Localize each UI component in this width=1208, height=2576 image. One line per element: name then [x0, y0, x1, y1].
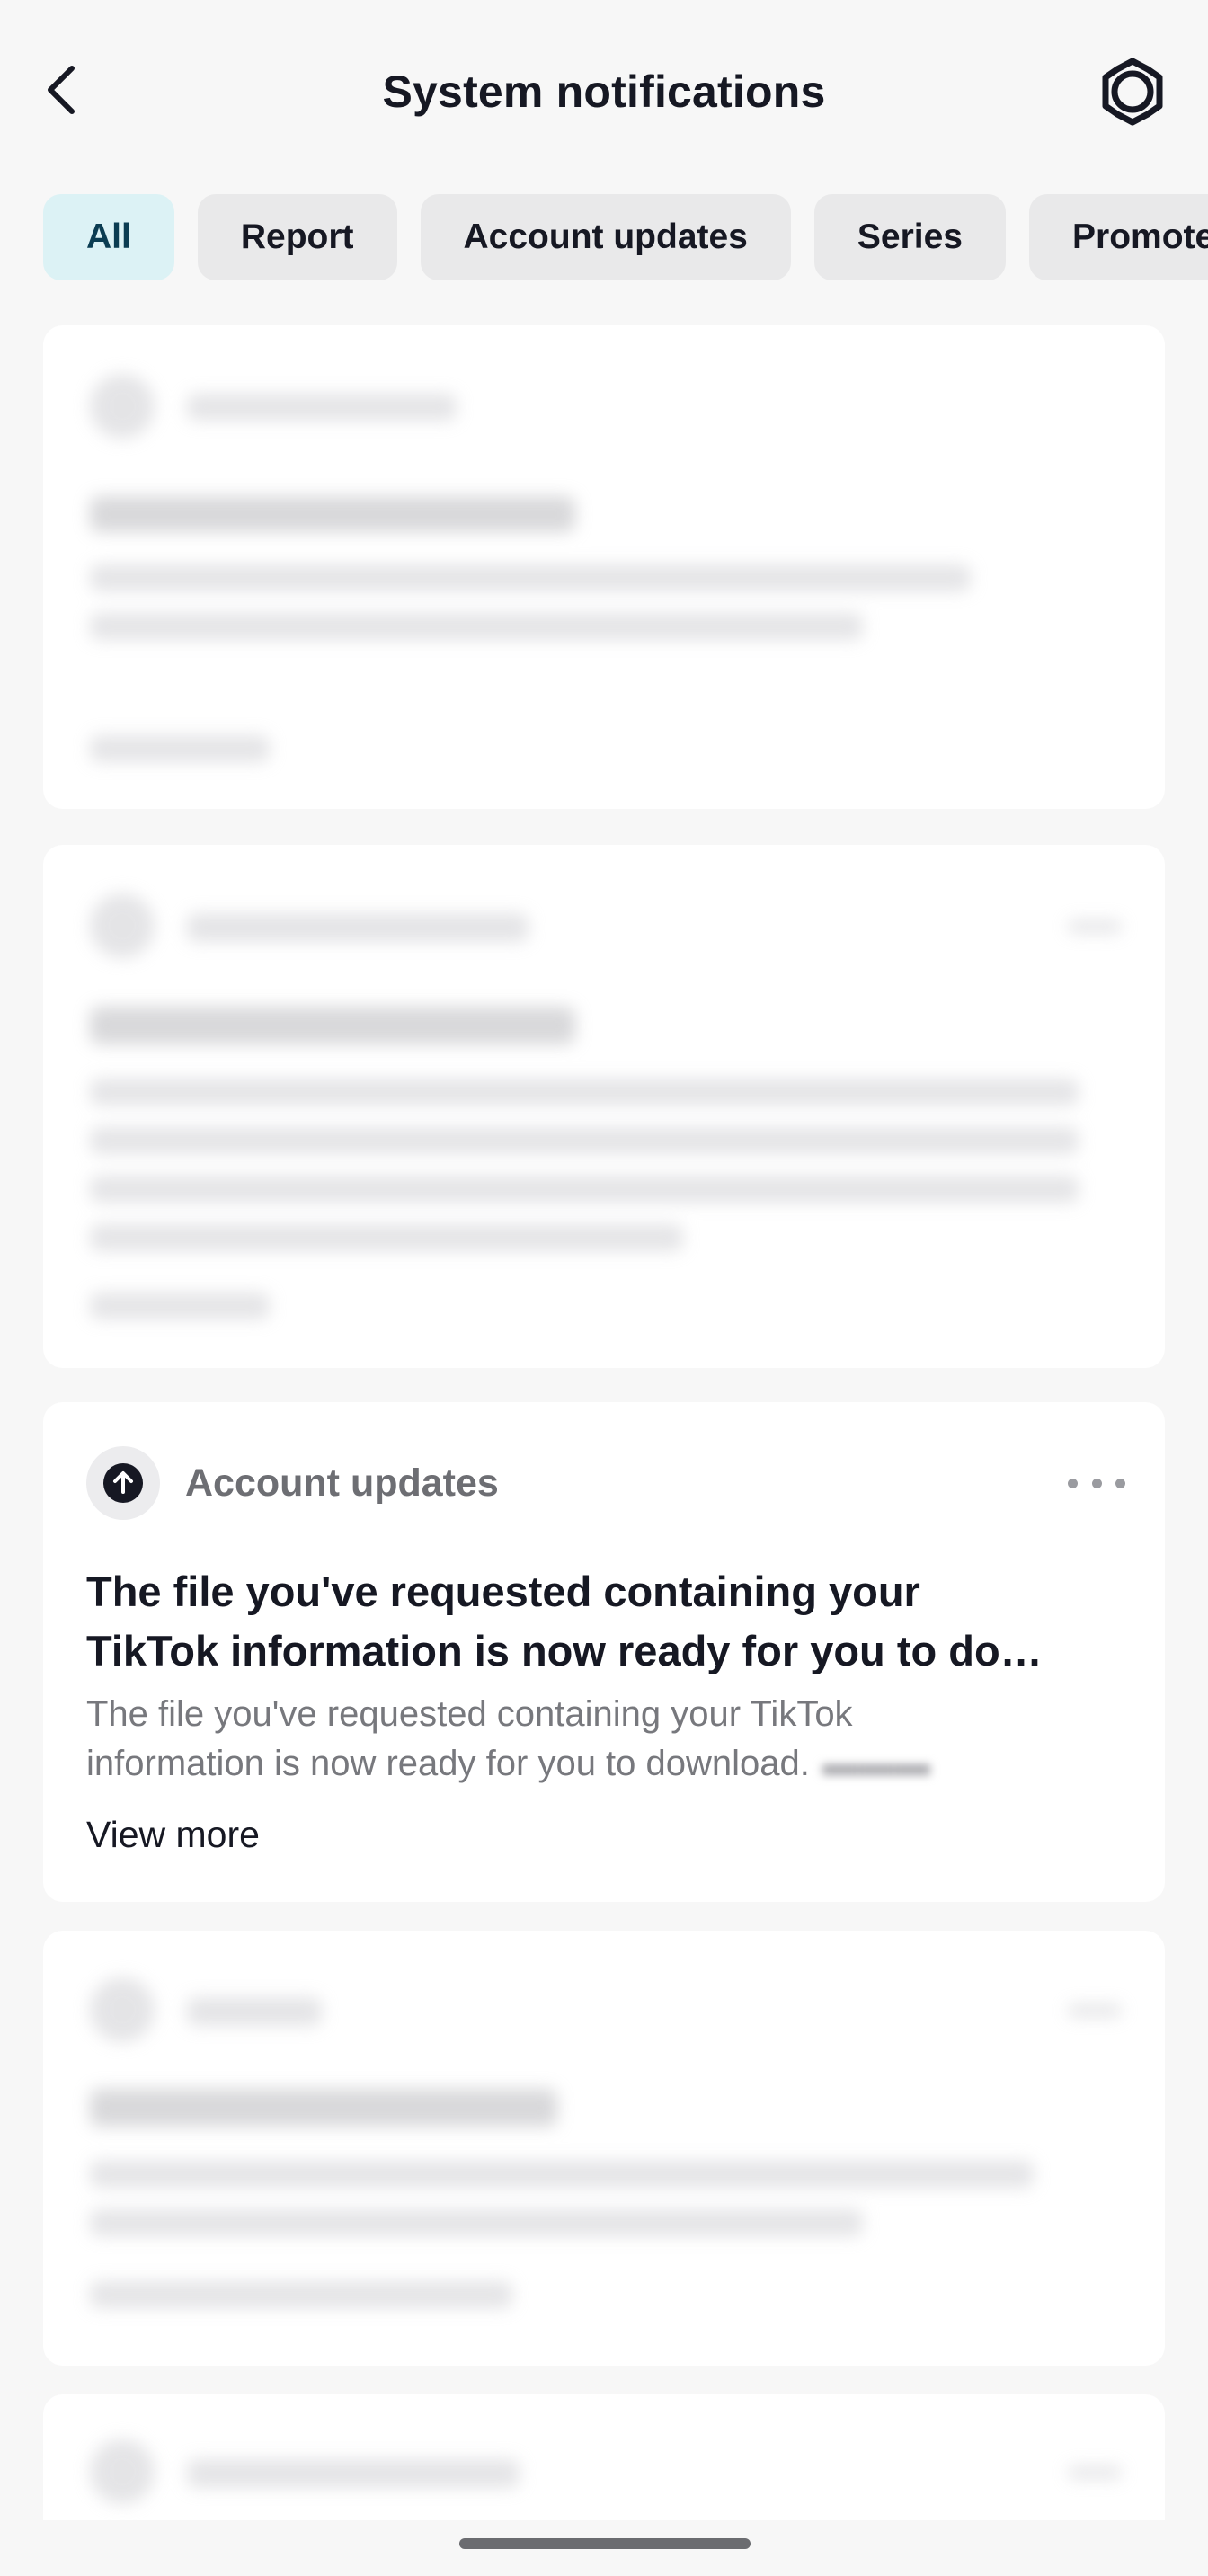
- blurred-text: [90, 1079, 1079, 1106]
- home-indicator[interactable]: [459, 2538, 751, 2549]
- blurred-content: [43, 845, 1165, 1368]
- blurred-avatar: [90, 2439, 155, 2504]
- blurred-text: [90, 2281, 512, 2308]
- gear-icon: [1102, 58, 1163, 126]
- blurred-text: [90, 2161, 1034, 2188]
- blurred-text: [90, 564, 971, 591]
- title-line: The file you've requested containing you…: [86, 1568, 920, 1615]
- blurred-content: [43, 1931, 1165, 2366]
- more-dot-icon: [1115, 1478, 1125, 1488]
- blurred-text: [187, 2459, 520, 2488]
- more-dot-icon: [1091, 1478, 1102, 1488]
- category-avatar: [86, 1446, 160, 1520]
- notification-card-blurred: [43, 1931, 1165, 2366]
- blurred-timestamp: ▬▬▬: [822, 1744, 930, 1783]
- blurred-text: [187, 1997, 322, 2026]
- page-title: System notifications: [382, 67, 826, 117]
- body-line: The file you've requested containing you…: [86, 1694, 853, 1734]
- blurred-text: [187, 394, 457, 421]
- notification-card-account-updates[interactable]: Account updates The file you've requeste…: [43, 1402, 1165, 1902]
- blurred-avatar: [90, 893, 155, 958]
- blurred-text: [90, 1007, 575, 1044]
- notification-body: The file you've requested containing you…: [86, 1690, 1120, 1789]
- notification-card-blurred: [43, 325, 1165, 809]
- title-line: TikTok information is now ready for you …: [86, 1627, 1043, 1674]
- card-header: Account updates: [86, 1445, 499, 1521]
- blurred-text: [90, 735, 270, 762]
- blurred-text: [90, 1224, 683, 1251]
- notifications-screen: System notifications All Report Account …: [0, 0, 1208, 2576]
- settings-button[interactable]: [1093, 58, 1172, 126]
- blurred-text: [90, 1127, 1079, 1154]
- view-more-link[interactable]: View more: [86, 1814, 260, 1856]
- blurred-content: [43, 2394, 1165, 2520]
- blurred-text: [90, 2089, 557, 2127]
- more-dot-icon: [1068, 1478, 1078, 1488]
- tab-report[interactable]: Report: [197, 194, 397, 280]
- category-tabs: All Report Account updates Series Promot…: [43, 194, 1208, 280]
- blurred-text: [90, 613, 863, 640]
- blurred-text: [187, 913, 528, 942]
- blurred-text: [90, 496, 575, 532]
- notification-card-blurred: [43, 845, 1165, 1368]
- tab-promote[interactable]: Promote: [1029, 194, 1208, 280]
- blurred-avatar: [90, 1977, 155, 2042]
- blurred-dots: [1068, 920, 1122, 933]
- upload-arrow-icon: [103, 1463, 143, 1503]
- blurred-dots: [1068, 2466, 1122, 2479]
- notification-title: The file you've requested containing you…: [86, 1562, 1120, 1681]
- top-bar: System notifications: [0, 0, 1208, 180]
- blurred-text: [90, 1292, 270, 1319]
- body-line-text: information is now ready for you to down…: [86, 1744, 810, 1783]
- blurred-avatar: [90, 374, 155, 439]
- body-line: information is now ready for you to down…: [86, 1739, 1120, 1789]
- blurred-text: [90, 2209, 863, 2236]
- more-options-button[interactable]: [1068, 1470, 1125, 1496]
- tab-series[interactable]: Series: [813, 194, 1006, 280]
- blurred-content: [43, 325, 1165, 809]
- notification-card-blurred: [43, 2394, 1165, 2520]
- category-label: Account updates: [185, 1461, 499, 1505]
- tab-all[interactable]: All: [43, 194, 174, 280]
- blurred-text: [90, 1176, 1079, 1203]
- blurred-dots: [1068, 2004, 1122, 2017]
- tab-account-updates[interactable]: Account updates: [420, 194, 791, 280]
